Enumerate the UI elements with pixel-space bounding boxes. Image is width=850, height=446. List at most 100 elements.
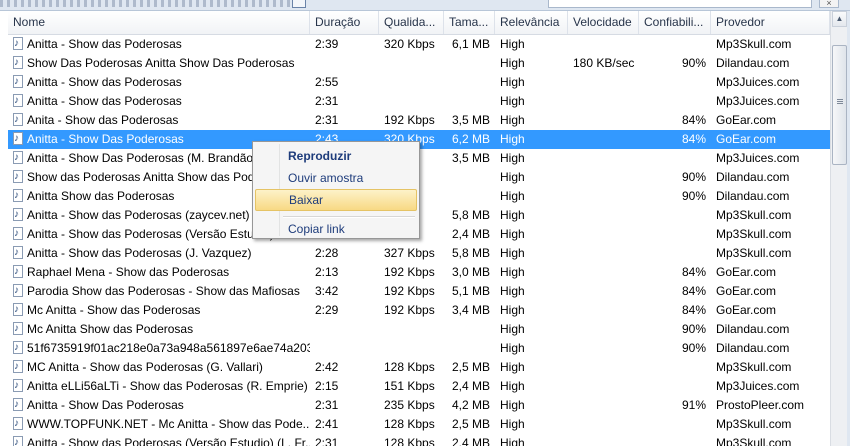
cell-relevance: High (495, 73, 568, 92)
menu-item-baixar[interactable]: Baixar (255, 189, 417, 211)
table-row[interactable]: Anitta - Show das Poderosas 2:55 High Mp3Ju… (8, 73, 830, 92)
cell-quality: 128 Kbps (379, 415, 444, 434)
cell-quality-text: 128 Kbps (384, 417, 435, 431)
column-header-confiabilidade[interactable]: Confiabili... (639, 11, 711, 34)
scrollbar-thumb[interactable] (832, 45, 847, 165)
close-icon[interactable]: × (819, 0, 839, 8)
cell-reliability (639, 225, 711, 244)
cell-relevance: High (495, 54, 568, 73)
cell-reliability-text: 84% (681, 132, 706, 146)
dropdown-button[interactable] (292, 0, 306, 8)
cell-relevance-text: High (500, 208, 525, 222)
menu-item-reproduzir[interactable]: Reproduzir (255, 145, 417, 167)
cell-reliability: 84% (639, 130, 711, 149)
table-row[interactable]: Anitta - Show Das Poderosas 2:31 235 Kbps 4… (8, 396, 830, 415)
cell-provider: Mp3Juices.com (711, 73, 830, 92)
music-file-icon (13, 35, 23, 53)
table-row[interactable]: 51f6735919f01ac218e0a73a948a561897e6ae74… (8, 339, 830, 358)
table-row[interactable]: Anitta eLLi56aLTi - Show das Poderosas (… (8, 377, 830, 396)
cell-name-text: Anitta eLLi56aLTi - Show das Poderosas (… (27, 379, 308, 393)
cell-size: 5,1 MB (444, 282, 495, 301)
table-row[interactable]: Show Das Poderosas Anitta Show Das Poder… (8, 54, 830, 73)
cell-reliability: 84% (639, 282, 711, 301)
search-input[interactable] (548, 0, 812, 8)
cell-relevance: High (495, 263, 568, 282)
cell-name: MC Anitta - Show das Poderosas (G. Valla… (8, 358, 310, 377)
music-file-icon (13, 301, 23, 319)
menu-item-copiar-link[interactable]: Copiar link (255, 218, 417, 240)
table-row[interactable]: Anitta - Show das Poderosas 2:31 High Mp3Ju… (8, 92, 830, 111)
cell-duration-text: 2:29 (315, 303, 339, 317)
table-row[interactable]: MC Anitta - Show das Poderosas (G. Valla… (8, 358, 830, 377)
cell-relevance-text: High (500, 417, 525, 431)
cell-provider: GoEar.com (711, 263, 830, 282)
cell-speed (568, 263, 639, 282)
cell-size-text: 3,5 MB (451, 151, 490, 165)
cell-name-text: Anitta - Show das Poderosas (27, 94, 182, 108)
cell-relevance: High (495, 206, 568, 225)
column-header-relevancia[interactable]: Relevância (495, 11, 568, 34)
table-row[interactable]: Anitta - Show das Poderosas (J. Vazquez)… (8, 244, 830, 263)
column-header-velocidade[interactable]: Velocidade (568, 11, 639, 34)
cell-relevance-text: High (500, 436, 525, 446)
cell-name: Anita - Show das Poderosas (8, 111, 310, 130)
table-row[interactable]: WWW.TOPFUNK.NET - Mc Anitta - Show das P… (8, 415, 830, 434)
table-row[interactable]: Anitta - Show das Poderosas 2:39 320 Kbps 6… (8, 35, 830, 54)
cell-provider-text: GoEar.com (716, 132, 777, 146)
cell-quality: 128 Kbps (379, 434, 444, 446)
menu-item-ouvir-amostra[interactable]: Ouvir amostra (255, 167, 417, 189)
cell-reliability (639, 415, 711, 434)
cell-relevance: High (495, 282, 568, 301)
table-row[interactable]: Mc Anitta - Show das Poderosas 2:29 192 Kb… (8, 301, 830, 320)
table-row[interactable]: Raphael Mena - Show das Poderosas 2:13 192… (8, 263, 830, 282)
cell-reliability (639, 244, 711, 263)
cell-provider: ProstoPleer.com (711, 396, 830, 415)
column-header-duracao[interactable]: Duração (310, 11, 379, 34)
cell-name-text: Anitta - Show das Poderosas (Versão Estu… (27, 436, 310, 446)
table-row[interactable]: Anita - Show das Poderosas 2:31 192 Kbps 3,… (8, 111, 830, 130)
cell-provider: GoEar.com (711, 282, 830, 301)
cell-name: WWW.TOPFUNK.NET - Mc Anitta - Show das P… (8, 415, 310, 434)
cell-name: Raphael Mena - Show das Poderosas (8, 263, 310, 282)
table-row[interactable]: Parodia Show das Poderosas - Show das Ma… (8, 282, 830, 301)
cell-duration-text: 2:31 (315, 436, 339, 446)
cell-provider-text: Dilandau.com (716, 322, 790, 336)
cell-quality: 192 Kbps (379, 282, 444, 301)
cell-provider: Mp3Skull.com (711, 244, 830, 263)
table-row[interactable]: Anitta - Show das Poderosas (Versão Estu… (8, 434, 830, 446)
cell-relevance-text: High (500, 94, 525, 108)
vertical-scrollbar[interactable]: ▲ (830, 11, 848, 446)
cell-relevance-text: High (500, 37, 525, 51)
column-header-provedor[interactable]: Provedor (711, 11, 830, 34)
cell-relevance-text: High (500, 227, 525, 241)
cell-reliability: 84% (639, 111, 711, 130)
cell-quality-text: 128 Kbps (384, 436, 435, 446)
cell-duration: 2:31 (310, 434, 379, 446)
cell-quality: 151 Kbps (379, 377, 444, 396)
cell-speed (568, 111, 639, 130)
scroll-up-icon[interactable]: ▲ (832, 11, 847, 27)
cell-size-text: 2,4 MB (451, 379, 490, 393)
column-header-tamanho[interactable]: Tama... (444, 11, 495, 34)
cell-reliability-text: 84% (681, 303, 706, 317)
results-list: Anitta - Show das Poderosas 2:39 320 Kbps 6… (8, 35, 830, 446)
cell-duration: 2:15 (310, 377, 379, 396)
column-header-nome[interactable]: Nome (8, 11, 310, 34)
cell-relevance-text: High (500, 170, 525, 184)
cell-provider: Mp3Skull.com (711, 225, 830, 244)
cell-relevance-text: High (500, 75, 525, 89)
cell-relevance: High (495, 358, 568, 377)
cell-relevance: High (495, 130, 568, 149)
music-file-icon (13, 111, 23, 129)
table-row[interactable]: Mc Anitta Show das Poderosas High 90% Dilan… (8, 320, 830, 339)
cell-reliability (639, 92, 711, 111)
cell-reliability-text: 90% (681, 56, 706, 70)
cell-size: 2,5 MB (444, 358, 495, 377)
cell-size: 2,5 MB (444, 415, 495, 434)
cell-name: Anitta - Show das Poderosas (8, 73, 310, 92)
cell-relevance-text: High (500, 284, 525, 298)
cell-provider: Dilandau.com (711, 339, 830, 358)
cell-name-text: MC Anitta - Show das Poderosas (G. Valla… (27, 360, 263, 374)
column-header-qualidade[interactable]: Qualida... (379, 11, 444, 34)
cell-provider: GoEar.com (711, 130, 830, 149)
